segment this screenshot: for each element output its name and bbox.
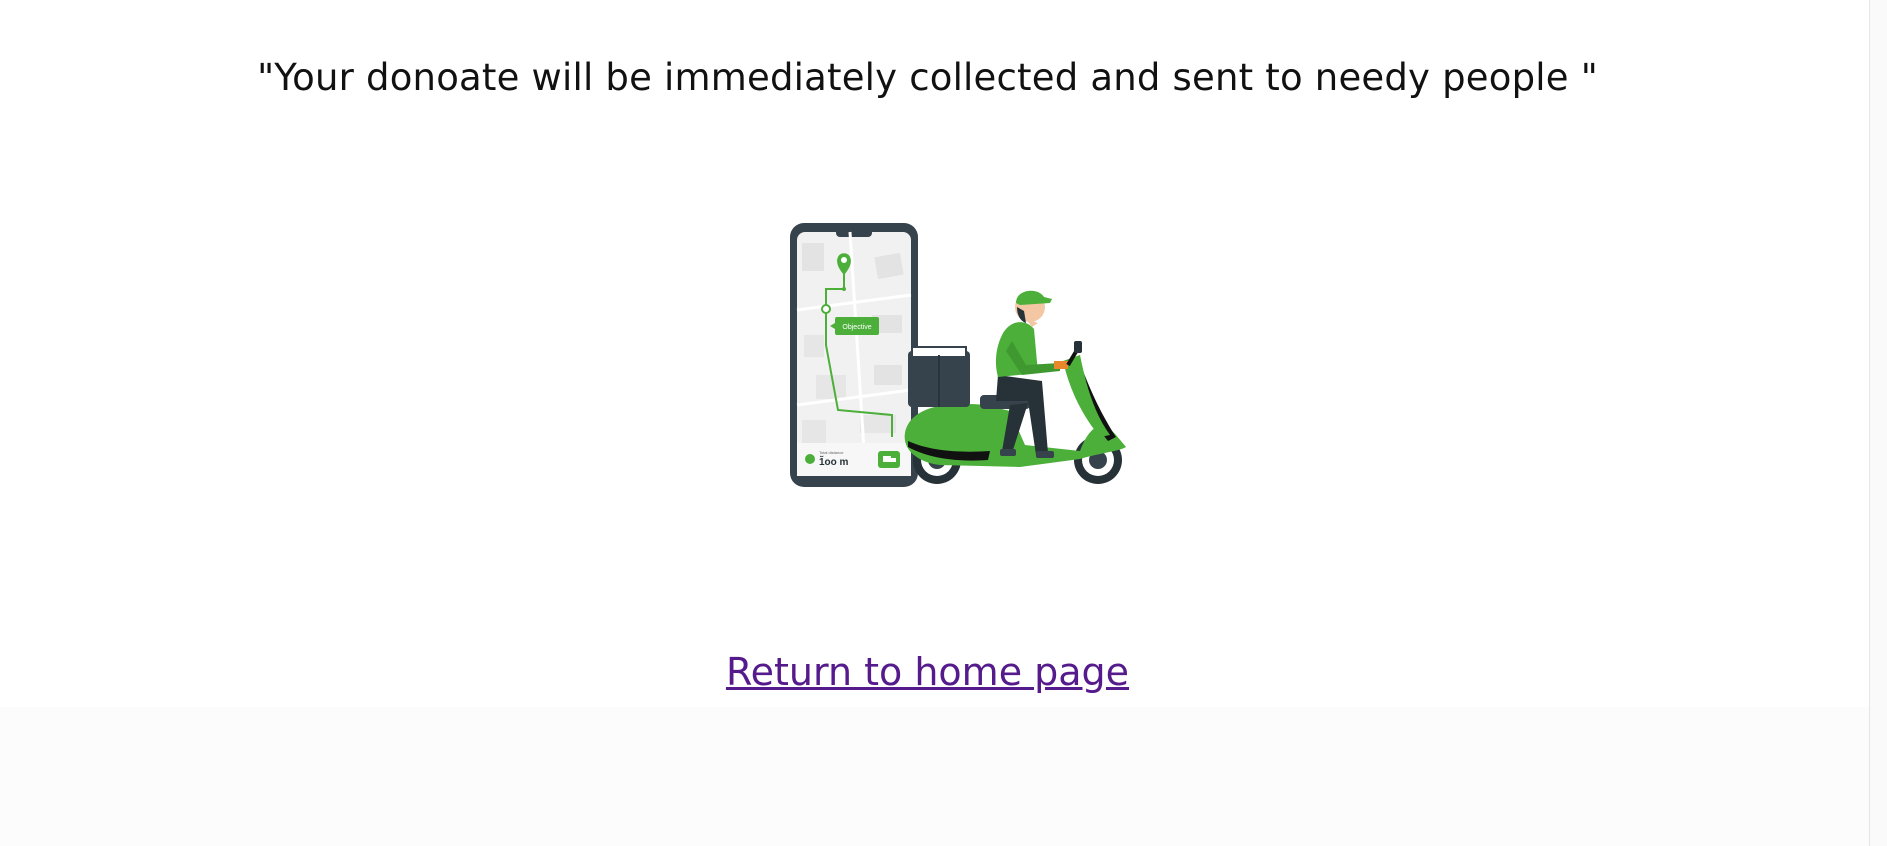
distance-value: 1̃oo m	[819, 455, 849, 468]
objective-label: Objective	[842, 324, 871, 331]
scrollbar-track[interactable]	[1869, 0, 1887, 846]
return-home-link[interactable]: Return to home page	[0, 650, 1855, 694]
donation-quote: "Your donoate will be immediately collec…	[257, 56, 1598, 99]
distance-caption: Total distance	[819, 450, 844, 455]
delivery-scooter-illustration: Objective Total distance 1̃oo m	[790, 223, 1126, 487]
footer-band	[0, 707, 1870, 846]
phone-map-icon: Objective Total distance 1̃oo m	[790, 223, 918, 487]
page: "Your donoate will be immediately collec…	[0, 0, 1887, 846]
scooter-rider-icon	[904, 290, 1126, 484]
